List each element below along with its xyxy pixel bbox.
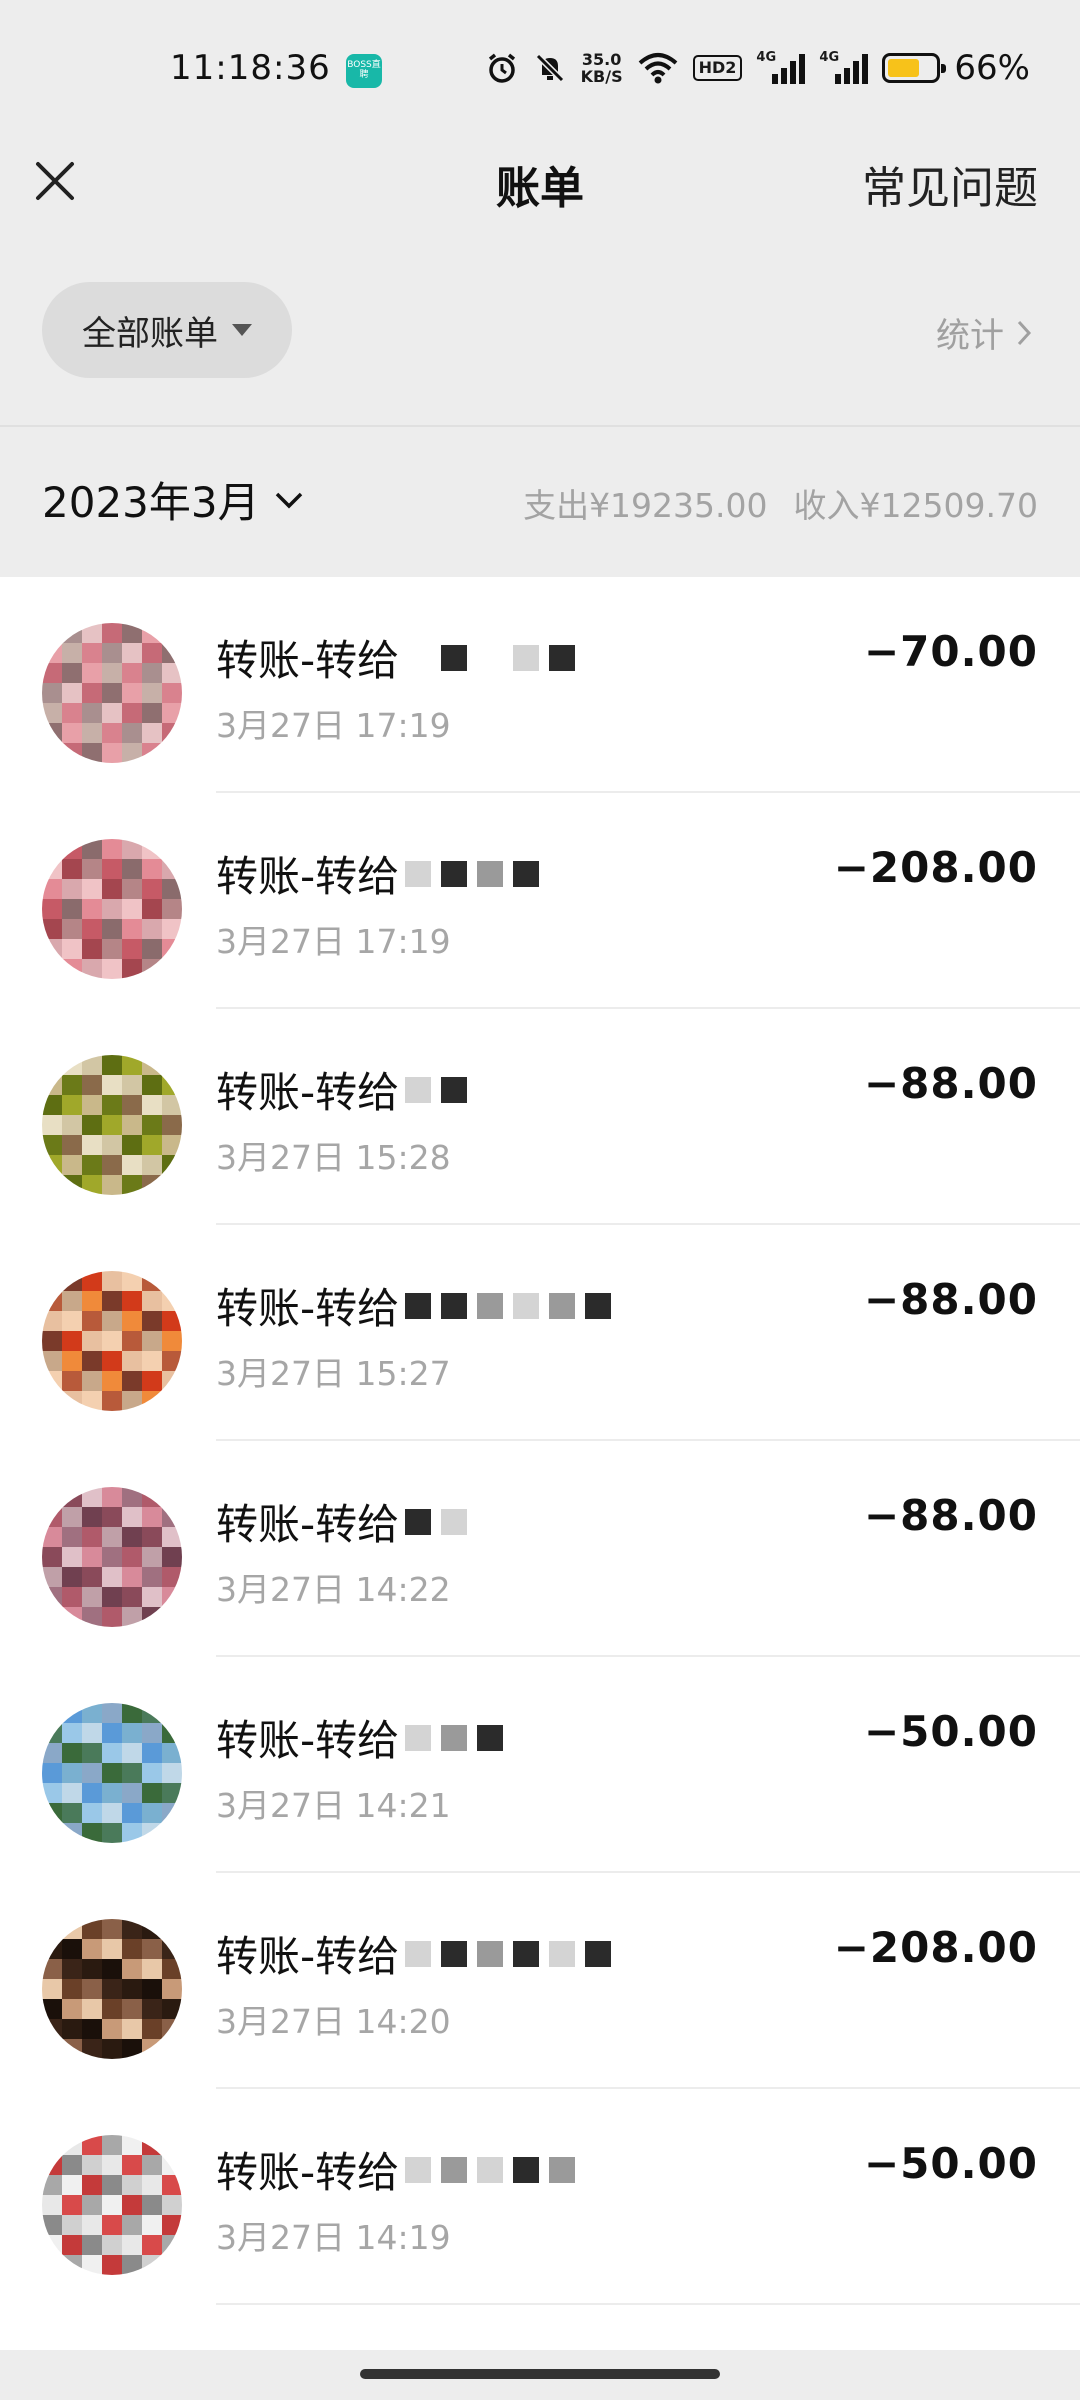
transaction-title: 转账-转给 — [216, 627, 576, 688]
row-divider — [216, 2303, 1080, 2305]
transaction-title-text: 转账-转给 — [216, 1284, 400, 1333]
redacted-name — [405, 1508, 468, 1535]
net-speed: 35.0 KB/S — [581, 50, 623, 86]
transaction-amount: −70.00 — [863, 627, 1038, 676]
avatar — [42, 623, 182, 763]
chevron-right-icon — [1017, 320, 1032, 345]
redacted-name — [405, 2156, 576, 2183]
avatar — [42, 1703, 182, 1843]
filter-row: 全部账单 统计 — [0, 270, 1080, 427]
transaction-amount: −208.00 — [833, 1923, 1038, 1972]
all-bills-label: 全部账单 — [82, 313, 218, 354]
mute-icon — [533, 50, 567, 86]
transaction-list: 转账-转给 3月27日 17:19 −70.00 转账-转给 3月27日 17:19 −2… — [0, 577, 1080, 2350]
transaction-title: 转账-转给 — [216, 1275, 612, 1336]
transaction-row[interactable]: 转账-转给 3月27日 17:19 −70.00 — [0, 577, 1080, 793]
stats-link[interactable]: 统计 — [936, 308, 1032, 357]
nav-bar: 账单 常见问题 — [0, 140, 1080, 270]
redacted-name — [405, 644, 576, 671]
transaction-time: 3月27日 14:22 — [216, 1570, 451, 1609]
transaction-amount: −50.00 — [863, 2139, 1038, 2188]
transaction-row[interactable]: 转账-转给 3月27日 14:21 −50.00 — [0, 1657, 1080, 1873]
month-picker[interactable]: 2023年3月 — [42, 469, 304, 530]
transaction-time: 3月27日 14:21 — [216, 1786, 451, 1825]
chevron-down-icon — [275, 492, 302, 508]
transaction-time: 3月27日 17:19 — [216, 706, 451, 745]
transaction-title-text: 转账-转给 — [216, 1716, 400, 1765]
transaction-row[interactable]: 转账-转给 3月27日 15:28 −88.00 — [0, 1009, 1080, 1225]
avatar — [42, 2135, 182, 2275]
transaction-amount: −88.00 — [863, 1275, 1038, 1324]
boss-app-icon: BOSS直聘 — [346, 54, 382, 88]
redacted-name — [405, 1076, 468, 1103]
transaction-title-text: 转账-转给 — [216, 1932, 400, 1981]
caret-down-icon — [232, 324, 252, 336]
home-indicator[interactable] — [360, 2369, 720, 2379]
all-bills-filter-button[interactable]: 全部账单 — [42, 282, 292, 378]
hd-voice-icon: HD2 — [692, 55, 743, 81]
month-row: 2023年3月 支出¥19235.00 收入¥12509.70 — [0, 427, 1080, 577]
transaction-amount: −208.00 — [833, 843, 1038, 892]
wifi-icon — [637, 50, 679, 86]
transaction-time: 3月27日 15:28 — [216, 1138, 451, 1177]
alarm-icon — [485, 50, 519, 86]
redacted-name — [405, 1940, 612, 1967]
transaction-title-text: 转账-转给 — [216, 2148, 400, 2197]
month-expense: 支出¥19235.00 — [523, 486, 768, 525]
month-summary: 支出¥19235.00 收入¥12509.70 — [523, 479, 1038, 527]
transaction-title: 转账-转给 — [216, 1923, 612, 1984]
avatar — [42, 1055, 182, 1195]
transaction-amount: −88.00 — [863, 1491, 1038, 1540]
transaction-title-text: 转账-转给 — [216, 1068, 400, 1117]
transaction-title-text: 转账-转给 — [216, 1500, 400, 1549]
avatar — [42, 839, 182, 979]
transaction-time: 3月27日 14:20 — [216, 2002, 451, 2041]
transaction-row[interactable]: 转账-转给 3月27日 17:19 −208.00 — [0, 793, 1080, 1009]
transaction-title: 转账-转给 — [216, 1707, 504, 1768]
status-time: 11:18:36 — [170, 48, 331, 88]
faq-link[interactable]: 常见问题 — [862, 152, 1038, 216]
redacted-name — [405, 1724, 504, 1751]
battery-percent: 66% — [954, 48, 1030, 88]
transaction-amount: −88.00 — [863, 1059, 1038, 1108]
transaction-row[interactable]: 转账-转给 3月27日 15:27 −88.00 — [0, 1225, 1080, 1441]
transaction-time: 3月27日 15:27 — [216, 1354, 451, 1393]
transaction-title: 转账-转给 — [216, 1491, 468, 1552]
transaction-title: 转账-转给 — [216, 2139, 576, 2200]
signal-icon-2: 4G — [819, 50, 869, 84]
status-icons: 35.0 KB/S HD2 4G 4G 66% — [485, 46, 1030, 90]
stats-label: 统计 — [936, 316, 1004, 356]
month-income: 收入¥12509.70 — [793, 486, 1038, 525]
transaction-row[interactable]: 转账-转给 3月27日 14:22 −88.00 — [0, 1441, 1080, 1657]
signal-label-2: 4G — [819, 50, 840, 65]
status-bar: 11:18:36 BOSS直聘 35.0 KB/S HD2 4G 4G 66% — [0, 0, 1080, 140]
transaction-title: 转账-转给 — [216, 843, 540, 904]
avatar — [42, 1271, 182, 1411]
transaction-time: 3月27日 17:19 — [216, 922, 451, 961]
redacted-name — [405, 860, 540, 887]
transaction-time: 3月27日 14:19 — [216, 2218, 451, 2257]
transaction-title-text: 转账-转给 — [216, 636, 400, 685]
transaction-amount: −50.00 — [863, 1707, 1038, 1756]
redacted-name — [405, 1292, 612, 1319]
month-label: 2023年3月 — [42, 478, 260, 527]
transaction-row[interactable]: 转账-转给 3月27日 14:19 −50.00 — [0, 2089, 1080, 2305]
avatar — [42, 1919, 182, 2059]
net-speed-unit: KB/S — [580, 67, 623, 86]
transaction-title: 转账-转给 — [216, 1059, 468, 1120]
battery-icon — [882, 53, 947, 83]
signal-label-1: 4G — [756, 50, 777, 65]
transaction-title-text: 转账-转给 — [216, 852, 400, 901]
signal-icon-1: 4G — [756, 50, 806, 84]
avatar — [42, 1487, 182, 1627]
transaction-row[interactable]: 转账-转给 3月27日 14:20 −208.00 — [0, 1873, 1080, 2089]
